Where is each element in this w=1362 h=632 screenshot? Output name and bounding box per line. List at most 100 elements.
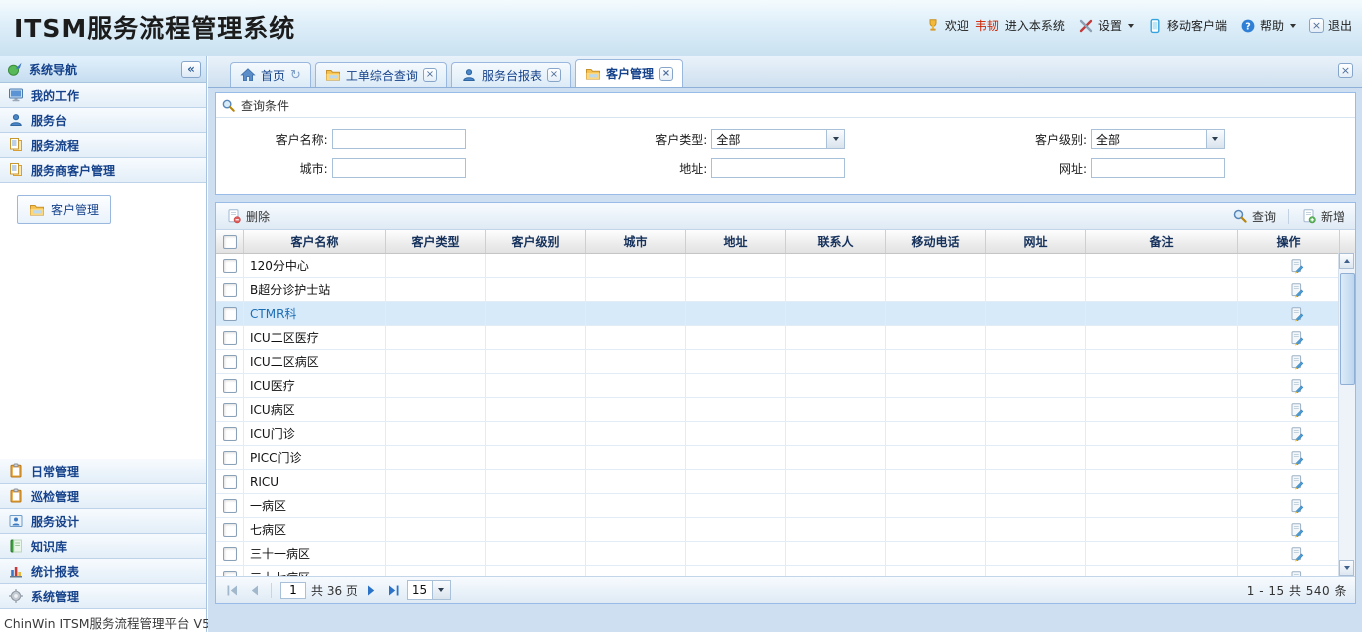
edit-icon[interactable] <box>1289 378 1305 394</box>
empty-cell <box>586 326 686 349</box>
row-checkbox[interactable] <box>223 499 237 513</box>
edit-icon[interactable] <box>1289 570 1305 577</box>
table-row[interactable]: PICC门诊 <box>216 446 1355 470</box>
row-checkbox[interactable] <box>223 403 237 417</box>
website-input[interactable] <box>1091 158 1225 178</box>
row-checkbox[interactable] <box>223 355 237 369</box>
edit-icon[interactable] <box>1289 402 1305 418</box>
column-header[interactable]: 操作 <box>1238 230 1340 253</box>
edit-icon[interactable] <box>1289 258 1305 274</box>
mobile-client-link[interactable]: 移动客户端 <box>1147 17 1227 34</box>
address-input[interactable] <box>711 158 845 178</box>
row-checkbox[interactable] <box>223 259 237 273</box>
table-row[interactable]: ICU二区医疗 <box>216 326 1355 350</box>
table-row[interactable]: ICU医疗 <box>216 374 1355 398</box>
customer-type-select[interactable]: 全部 <box>711 129 845 149</box>
table-row[interactable]: 七病区 <box>216 518 1355 542</box>
tab-2[interactable]: 服务台报表× <box>451 62 571 87</box>
tab-0[interactable]: 首页↻ <box>230 62 311 87</box>
last-page-button[interactable] <box>385 582 402 599</box>
sidebar-item-customer-management[interactable]: 客户管理 <box>17 195 111 224</box>
table-row[interactable]: ICU二区病区 <box>216 350 1355 374</box>
edit-icon[interactable] <box>1289 474 1305 490</box>
table-row[interactable]: RICU <box>216 470 1355 494</box>
column-header[interactable]: 客户级别 <box>486 230 586 253</box>
row-checkbox[interactable] <box>223 523 237 537</box>
refresh-icon[interactable]: ↻ <box>290 69 301 82</box>
row-checkbox[interactable] <box>223 427 237 441</box>
tab-3[interactable]: 客户管理× <box>575 59 683 87</box>
add-button[interactable]: 新增 <box>1297 206 1349 227</box>
edit-icon[interactable] <box>1289 330 1305 346</box>
exit-button[interactable]: × 退出 <box>1309 17 1352 34</box>
edit-icon[interactable] <box>1289 306 1305 322</box>
table-row[interactable]: ICU门诊 <box>216 422 1355 446</box>
page-number-input[interactable] <box>280 582 306 599</box>
settings-menu[interactable]: 设置 <box>1078 17 1134 34</box>
customer-name-input[interactable] <box>332 129 466 149</box>
scroll-down-button[interactable] <box>1339 560 1354 576</box>
table-row[interactable]: 120分中心 <box>216 254 1355 278</box>
table-row[interactable]: ICU病区 <box>216 398 1355 422</box>
tab-close-icon[interactable]: × <box>547 68 561 82</box>
table-row[interactable]: CTMR科 <box>216 302 1355 326</box>
column-header[interactable]: 城市 <box>586 230 686 253</box>
delete-button[interactable]: 删除 <box>222 206 274 227</box>
column-header[interactable]: 网址 <box>986 230 1086 253</box>
edit-icon[interactable] <box>1289 522 1305 538</box>
sidebar-item[interactable]: 知识库 <box>0 534 206 559</box>
row-checkbox[interactable] <box>223 571 237 577</box>
column-header[interactable]: 客户类型 <box>386 230 486 253</box>
sidebar-item[interactable]: 巡检管理 <box>0 484 206 509</box>
edit-icon[interactable] <box>1289 498 1305 514</box>
row-checkbox[interactable] <box>223 283 237 297</box>
help-menu[interactable]: ? 帮助 <box>1240 17 1296 34</box>
edit-icon[interactable] <box>1289 354 1305 370</box>
query-button[interactable]: 查询 <box>1228 206 1280 227</box>
edit-icon[interactable] <box>1289 546 1305 562</box>
sidebar-item[interactable]: 统计报表 <box>0 559 206 584</box>
table-row[interactable]: B超分诊护士站 <box>216 278 1355 302</box>
edit-icon[interactable] <box>1289 450 1305 466</box>
scroll-up-button[interactable] <box>1339 253 1354 269</box>
page-size-select[interactable]: 15 <box>407 580 451 600</box>
scrollbar-thumb[interactable] <box>1340 273 1355 385</box>
column-header[interactable]: 备注 <box>1086 230 1238 253</box>
tab-1[interactable]: 工单综合查询× <box>315 62 447 87</box>
column-header[interactable]: 联系人 <box>786 230 886 253</box>
sidebar-collapse-button[interactable]: « <box>181 61 201 78</box>
tab-close-icon[interactable]: × <box>659 67 673 81</box>
panel-close-icon[interactable]: × <box>1338 63 1353 78</box>
select-all-checkbox[interactable] <box>223 235 237 249</box>
dropdown-caret-icon <box>1290 24 1296 28</box>
vertical-scrollbar[interactable] <box>1338 253 1355 576</box>
sidebar-item[interactable]: 我的工作 <box>0 83 206 108</box>
row-checkbox[interactable] <box>223 451 237 465</box>
sidebar-item[interactable]: 系统管理 <box>0 584 206 609</box>
edit-icon[interactable] <box>1289 282 1305 298</box>
sidebar-item[interactable]: 服务商客户管理 <box>0 158 206 183</box>
sidebar-item[interactable]: 服务设计 <box>0 509 206 534</box>
first-page-button[interactable] <box>224 582 241 599</box>
column-header[interactable]: 地址 <box>686 230 786 253</box>
tab-close-icon[interactable]: × <box>423 68 437 82</box>
row-checkbox[interactable] <box>223 475 237 489</box>
customer-level-select[interactable]: 全部 <box>1091 129 1225 149</box>
row-checkbox[interactable] <box>223 547 237 561</box>
sidebar-item[interactable]: 服务台 <box>0 108 206 133</box>
next-page-button[interactable] <box>363 582 380 599</box>
row-checkbox[interactable] <box>223 307 237 321</box>
column-header[interactable]: 客户名称 <box>244 230 386 253</box>
row-checkbox[interactable] <box>223 331 237 345</box>
edit-icon[interactable] <box>1289 426 1305 442</box>
username[interactable]: 韦韧 <box>975 17 999 34</box>
table-row[interactable]: 一病区 <box>216 494 1355 518</box>
table-row[interactable]: 三十一病区 <box>216 542 1355 566</box>
row-checkbox[interactable] <box>223 379 237 393</box>
column-header[interactable]: 移动电话 <box>886 230 986 253</box>
prev-page-button[interactable] <box>246 582 263 599</box>
sidebar-item[interactable]: 服务流程 <box>0 133 206 158</box>
city-input[interactable] <box>332 158 466 178</box>
table-row[interactable]: 三十七病区 <box>216 566 1355 576</box>
sidebar-item[interactable]: 日常管理 <box>0 459 206 484</box>
